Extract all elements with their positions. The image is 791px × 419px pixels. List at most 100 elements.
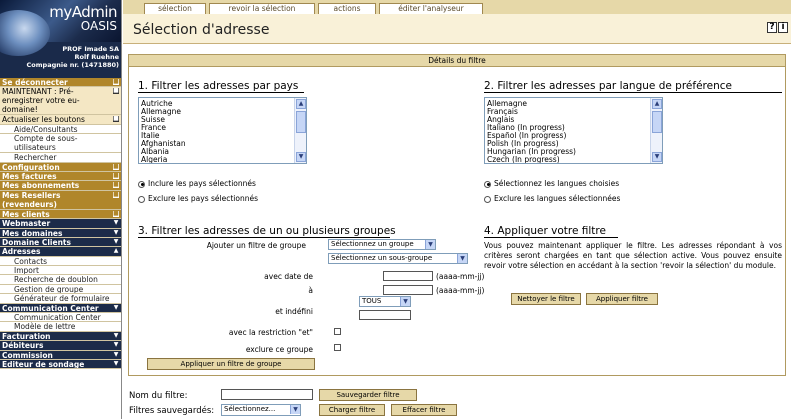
chevron-down-icon[interactable]: ▼	[113, 229, 119, 236]
list-option[interactable]: Czech (In progress)	[487, 156, 576, 164]
sidebar-item[interactable]: Mes factures ■	[0, 171, 121, 182]
square-icon[interactable]: ■	[113, 88, 119, 95]
tous-select[interactable]: TOUS ▼	[359, 296, 411, 307]
subgroup-select-value: Sélectionnez un sous-groupe	[331, 254, 433, 262]
sidebar-item[interactable]: MAINTENANT : Pré-enregistrer votre eu-do…	[0, 87, 121, 116]
group-select[interactable]: Sélectionnez un groupe ▼	[328, 239, 436, 250]
undefined-input[interactable]	[359, 310, 411, 320]
sidebar-item[interactable]: Import	[0, 266, 121, 276]
sidebar-item[interactable]: Adresses ▲	[0, 247, 121, 257]
delete-filter-button[interactable]: Effacer filtre	[391, 404, 457, 416]
sidebar-item[interactable]: Configuration ■	[0, 162, 121, 172]
chevron-down-icon[interactable]: ▼	[113, 351, 119, 358]
chevron-down-icon[interactable]: ▼	[400, 297, 410, 306]
sidebar-item-label: Communication Center	[2, 303, 99, 313]
sidebar-item[interactable]: Générateur de formulaire	[0, 294, 121, 304]
sidebar-item[interactable]: Communication Center	[0, 313, 121, 323]
scroll-thumb[interactable]	[296, 111, 306, 133]
date-from-input[interactable]	[383, 271, 433, 281]
exclude-languages-label: Exclure les langues sélectionnées	[494, 194, 621, 203]
sidebar-item[interactable]: Editeur de sondage ▼	[0, 359, 121, 370]
tab-actions[interactable]: actions	[318, 3, 376, 14]
sidebar-item[interactable]: Webmaster ▼	[0, 219, 121, 229]
save-filter-button[interactable]: Sauvegarder filtre	[319, 389, 417, 401]
country-listbox[interactable]: Autriche Allemagne Suisse France Italie Afgha…	[138, 97, 307, 164]
clear-filter-button[interactable]: Nettoyer le filtre	[511, 293, 581, 305]
country-scrollbar[interactable]: ▲ ▼	[294, 98, 306, 163]
sidebar-item[interactable]: Modèle de lettre	[0, 322, 121, 332]
sidebar-item[interactable]: Mes Resellers (revendeurs) ■	[0, 190, 121, 210]
sidebar-item[interactable]: Débiteurs ▼	[0, 341, 121, 351]
sidebar-item[interactable]: Rechercher	[0, 153, 121, 163]
sidebar-item[interactable]: Recherche de doublon	[0, 275, 121, 285]
sidebar-item[interactable]: Facturation ▼	[0, 331, 121, 342]
exclude-countries-label: Exclure les pays sélectionnés	[148, 194, 258, 203]
subgroup-select[interactable]: Sélectionnez un sous-groupe ▼	[328, 253, 468, 264]
sidebar-item[interactable]: Mes abonnements ■	[0, 181, 121, 191]
exclude-languages-radio[interactable]: Exclure les langues sélectionnées	[484, 194, 620, 203]
chevron-down-icon[interactable]: ▼	[113, 360, 119, 367]
load-filter-button[interactable]: Charger filtre	[319, 404, 385, 416]
square-icon[interactable]: ■	[113, 163, 119, 170]
tab-selection[interactable]: sélection	[144, 3, 206, 14]
radio-icon[interactable]	[138, 195, 145, 203]
square-icon[interactable]: ■	[113, 182, 119, 189]
date-to-input[interactable]	[383, 285, 433, 295]
scroll-thumb[interactable]	[652, 111, 662, 133]
tab-review-selection[interactable]: revoir la sélection	[209, 3, 315, 14]
scroll-up-icon[interactable]: ▲	[296, 99, 306, 109]
square-icon[interactable]: ■	[113, 116, 119, 123]
scroll-up-icon[interactable]: ▲	[652, 99, 662, 109]
sidebar-item[interactable]: Se déconnecter ■	[0, 78, 121, 88]
square-icon[interactable]: ■	[113, 210, 119, 217]
chevron-down-icon[interactable]: ▼	[113, 220, 119, 226]
chevron-down-icon[interactable]: ▼	[290, 405, 300, 414]
sidebar-item[interactable]: Domaine Clients ▼	[0, 237, 121, 248]
filter-name-input[interactable]	[221, 389, 313, 400]
scroll-down-icon[interactable]: ▼	[652, 152, 662, 162]
sidebar-item[interactable]: Mes clients ■	[0, 209, 121, 220]
chevron-up-icon[interactable]: ▲	[113, 248, 119, 254]
sidebar-item-label: Gestion de groupe	[14, 284, 84, 294]
info-icon[interactable]: i	[778, 22, 788, 33]
saved-filters-select[interactable]: Sélectionnez... ▼	[221, 404, 301, 416]
chevron-down-icon[interactable]: ▼	[425, 240, 435, 249]
square-icon[interactable]: ■	[113, 79, 119, 85]
chevron-down-icon[interactable]: ▼	[457, 254, 467, 263]
tab-bar: sélection revoir la sélection actions éd…	[123, 0, 791, 14]
language-scrollbar[interactable]: ▲ ▼	[650, 98, 662, 163]
sidebar-item[interactable]: Mes domaines ▼	[0, 228, 121, 238]
chevron-down-icon[interactable]: ▼	[113, 304, 119, 311]
list-option[interactable]: Algeria	[141, 156, 186, 164]
radio-icon[interactable]	[484, 195, 491, 203]
apply-group-filter-button[interactable]: Appliquer un filtre de groupe	[147, 358, 315, 370]
sidebar-item[interactable]: Commission ▼	[0, 350, 121, 360]
apply-filter-button[interactable]: Appliquer filtre	[586, 293, 658, 305]
scroll-down-icon[interactable]: ▼	[296, 152, 306, 162]
chevron-down-icon[interactable]: ▼	[113, 332, 119, 339]
sidebar-item[interactable]: Compte de sous-utilisateurs	[0, 134, 121, 154]
restriction-checkbox[interactable]	[334, 328, 341, 335]
square-icon[interactable]: ■	[113, 191, 119, 198]
chevron-down-icon[interactable]: ▼	[113, 238, 119, 245]
radio-selected-icon[interactable]	[484, 180, 491, 188]
include-countries-radio[interactable]: Inclure les pays sélectionnés	[138, 179, 256, 188]
tab-edit-analyzer[interactable]: éditer l'analyseur	[379, 3, 483, 14]
include-languages-radio[interactable]: Sélectionnez les langues choisies	[484, 179, 619, 188]
radio-selected-icon[interactable]	[138, 180, 145, 188]
language-listbox[interactable]: Allemagne Français Anglais Italiano (In pro…	[484, 97, 663, 164]
filter-name-label: Nom du filtre:	[129, 391, 188, 401]
sidebar-item-label: Compte de sous-utilisateurs	[14, 134, 78, 153]
help-icon[interactable]: ?	[767, 22, 777, 33]
sidebar-item[interactable]: Contacts	[0, 256, 121, 267]
sidebar-item[interactable]: Gestion de groupe	[0, 284, 121, 295]
sidebar-item[interactable]: Communication Center ▼	[0, 303, 121, 314]
square-icon[interactable]: ■	[113, 172, 119, 179]
sidebar-item[interactable]: Actualiser les boutons ■	[0, 115, 121, 125]
sidebar-item[interactable]: Aide/Consultants	[0, 124, 121, 135]
chevron-down-icon[interactable]: ▼	[113, 342, 119, 348]
exclude-group-checkbox[interactable]	[334, 344, 341, 351]
exclude-countries-radio[interactable]: Exclure les pays sélectionnés	[138, 194, 258, 203]
tous-select-value: TOUS	[362, 297, 382, 305]
language-options: Allemagne Français Anglais Italiano (In pro…	[487, 100, 576, 164]
